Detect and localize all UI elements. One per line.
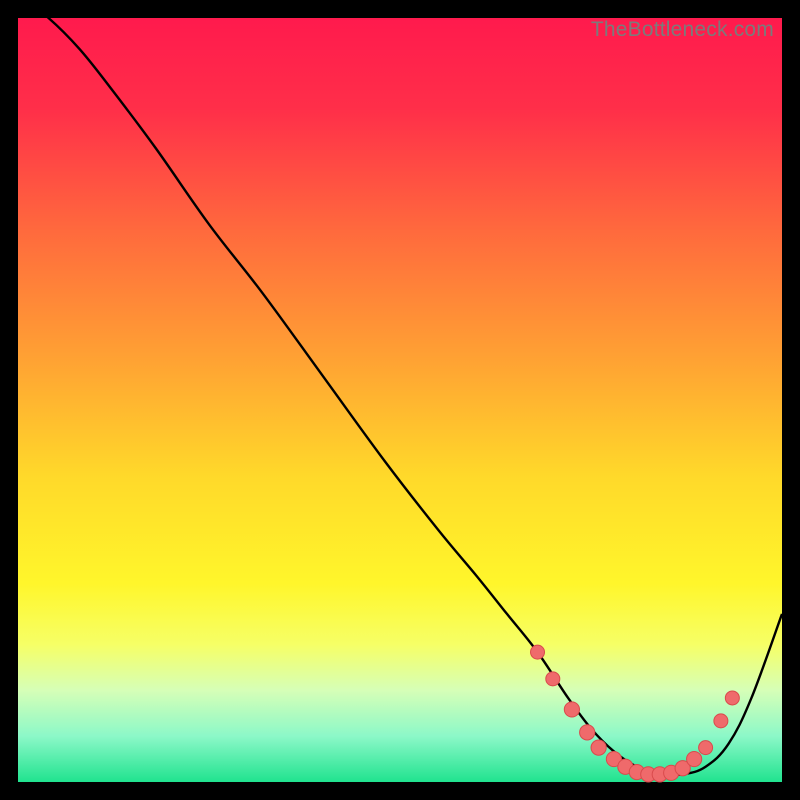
marker-point [546, 672, 560, 686]
chart-svg [18, 18, 782, 782]
marker-point [725, 691, 739, 705]
chart-stage: TheBottleneck.com [0, 0, 800, 800]
marker-point [699, 741, 713, 755]
plot-area: TheBottleneck.com [18, 18, 782, 782]
marker-point [580, 725, 595, 740]
marker-point [531, 645, 545, 659]
marker-point [687, 751, 702, 766]
marker-point [564, 702, 579, 717]
marker-point [591, 740, 606, 755]
gradient-background [18, 18, 782, 782]
watermark-text: TheBottleneck.com [591, 18, 774, 42]
marker-point [714, 714, 728, 728]
